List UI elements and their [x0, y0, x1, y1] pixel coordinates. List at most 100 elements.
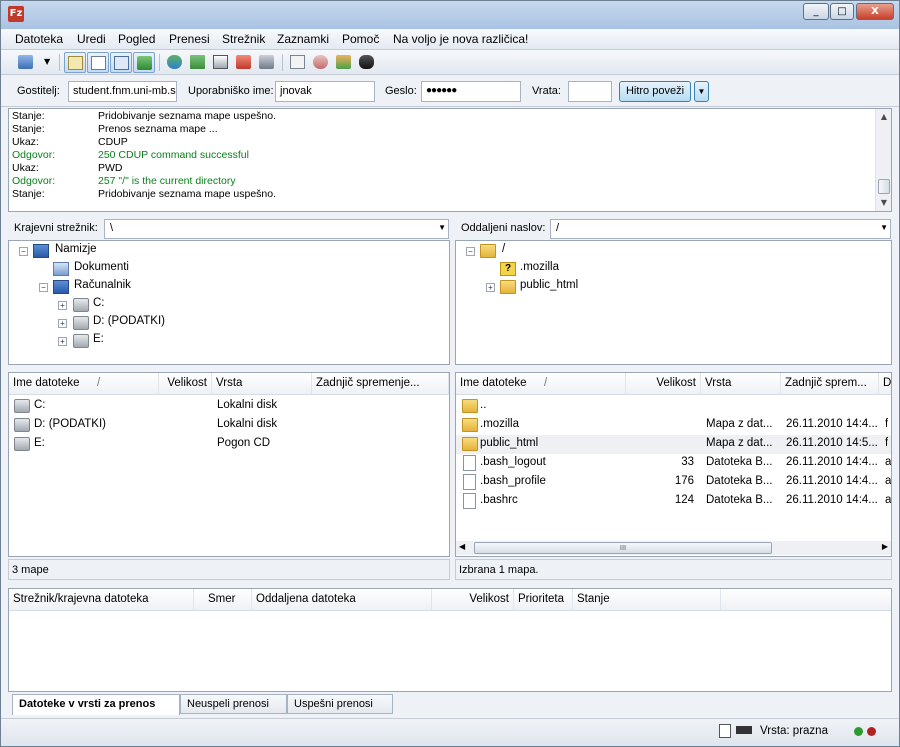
- list-item[interactable]: .bashrc 124 Datoteka B... 26.11.2010 14:…: [456, 492, 891, 511]
- column-size[interactable]: Velikost: [159, 373, 212, 395]
- message-log[interactable]: Stanje: Pridobivanje seznama mape uspešno…: [8, 108, 892, 212]
- list-item[interactable]: D: (PODATKI) Lokalni disk: [9, 416, 449, 435]
- tab-failed-transfers[interactable]: Neuspeli prenosi: [180, 694, 287, 714]
- menu-pomoc[interactable]: Pomoč: [342, 32, 379, 46]
- scroll-left-icon[interactable]: ◀: [459, 542, 465, 551]
- process-queue-icon[interactable]: [187, 52, 209, 73]
- maximize-button[interactable]: □: [830, 3, 854, 20]
- site-manager-dropdown-icon[interactable]: ▼: [41, 52, 55, 73]
- site-manager-icon[interactable]: [15, 52, 41, 73]
- column-direction[interactable]: Smer: [194, 589, 252, 611]
- close-button[interactable]: X: [856, 3, 894, 20]
- search-icon[interactable]: [356, 52, 378, 73]
- quickconnect-button[interactable]: Hitro poveži: [619, 81, 691, 102]
- remote-file-list[interactable]: Ime datoteke / Velikost Vrsta Zadnjič sp…: [455, 372, 892, 557]
- tab-successful-transfers[interactable]: Uspešni prenosi: [287, 694, 393, 714]
- collapse-icon[interactable]: −: [39, 283, 48, 292]
- disconnect-icon[interactable]: [233, 52, 255, 73]
- list-item[interactable]: C: Lokalni disk: [9, 397, 449, 416]
- menu-new-version[interactable]: Na voljo je nova različica!: [393, 32, 528, 46]
- transfer-queue[interactable]: Strežnik/krajevna datoteka Smer Oddaljen…: [8, 588, 892, 692]
- toggle-log-icon[interactable]: [64, 52, 86, 73]
- collapse-icon[interactable]: −: [466, 247, 475, 256]
- list-item[interactable]: E: Pogon CD: [9, 435, 449, 454]
- cancel-icon[interactable]: [210, 52, 232, 73]
- refresh-icon[interactable]: [164, 52, 186, 73]
- host-input[interactable]: student.fnm.uni-mb.s: [68, 81, 177, 102]
- directory-listing-filter-icon[interactable]: [287, 52, 309, 73]
- reconnect-icon[interactable]: [256, 52, 278, 73]
- remote-horizontal-scrollbar[interactable]: ◀ III ▶: [456, 541, 891, 555]
- column-server-local-file[interactable]: Strežnik/krajevna datoteka: [9, 589, 194, 611]
- menu-pogled[interactable]: Pogled: [118, 32, 155, 46]
- port-input[interactable]: [568, 81, 612, 102]
- chevron-down-icon[interactable]: ▼: [438, 223, 446, 232]
- column-modified[interactable]: Zadnjič sprem...: [781, 373, 879, 395]
- compare-icon[interactable]: [333, 52, 355, 73]
- column-filename[interactable]: Ime datoteke /: [456, 373, 626, 395]
- tree-item-public-html[interactable]: + public_html: [462, 278, 882, 296]
- column-type[interactable]: Vrsta: [701, 373, 781, 395]
- toggle-local-tree-icon[interactable]: [87, 52, 109, 73]
- tree-item-drive-d[interactable]: + D: (PODATKI): [15, 314, 435, 332]
- folder-icon: [500, 280, 516, 294]
- column-size[interactable]: Velikost: [626, 373, 701, 395]
- local-status-line: 3 mape: [8, 559, 450, 580]
- menu-streznik[interactable]: Strežnik: [222, 32, 265, 46]
- horizontal-scroll-thumb[interactable]: III: [474, 542, 772, 554]
- list-item[interactable]: .bash_profile 176 Datoteka B... 26.11.20…: [456, 473, 891, 492]
- column-remote-file[interactable]: Oddaljena datoteka: [252, 589, 432, 611]
- scroll-down-icon[interactable]: ▼: [876, 196, 891, 210]
- column-priority[interactable]: Prioriteta: [514, 589, 573, 611]
- username-input[interactable]: jnovak: [275, 81, 375, 102]
- local-directory-tree[interactable]: − Namizje Dokumenti − Računalnik + C: + …: [8, 240, 450, 365]
- column-status[interactable]: Stanje: [573, 589, 721, 611]
- local-path-combo[interactable]: \ ▼: [104, 219, 449, 239]
- cd-drive-icon: [14, 437, 30, 451]
- host-label: Gostitelj:: [17, 85, 60, 97]
- expand-icon[interactable]: +: [58, 337, 67, 346]
- scroll-right-icon[interactable]: ▶: [882, 542, 888, 551]
- queue-status: Vrsta: prazna: [760, 725, 828, 737]
- toggle-remote-tree-icon[interactable]: [110, 52, 132, 73]
- column-modified[interactable]: Zadnjič spremenje...: [312, 373, 449, 395]
- tree-item-namizje[interactable]: − Namizje: [15, 242, 435, 260]
- tree-item-mozilla[interactable]: ? .mozilla: [462, 260, 882, 278]
- tab-queued-files[interactable]: Datoteke v vrsti za prenos: [12, 694, 180, 715]
- toggle-queue-icon[interactable]: [133, 52, 155, 73]
- list-item[interactable]: .bash_logout 33 Datoteka B... 26.11.2010…: [456, 454, 891, 473]
- expand-icon[interactable]: +: [486, 283, 495, 292]
- log-scroll-thumb[interactable]: [878, 179, 890, 194]
- password-input[interactable]: ●●●●●●: [421, 81, 521, 102]
- column-permissions[interactable]: D: [879, 373, 891, 395]
- menu-zaznamki[interactable]: Zaznamki: [277, 32, 329, 46]
- expand-icon[interactable]: +: [58, 301, 67, 310]
- file-permissions: a: [885, 475, 892, 487]
- column-filename[interactable]: Ime datoteke /: [9, 373, 159, 395]
- collapse-icon[interactable]: −: [19, 247, 28, 256]
- scroll-up-icon[interactable]: ▲: [876, 110, 891, 124]
- list-item-selected[interactable]: public_html Mapa z dat... 26.11.2010 14:…: [456, 435, 891, 454]
- tree-item-root[interactable]: − /: [462, 242, 882, 260]
- tree-item-racunalnik[interactable]: − Računalnik: [15, 278, 435, 296]
- column-size[interactable]: Velikost: [432, 589, 514, 611]
- menu-uredi[interactable]: Uredi: [77, 32, 106, 46]
- tree-item-dokumenti[interactable]: Dokumenti: [15, 260, 435, 278]
- toggle-sync-browsing-icon[interactable]: [310, 52, 332, 73]
- list-item[interactable]: .mozilla Mapa z dat... 26.11.2010 14:4..…: [456, 416, 891, 435]
- chevron-down-icon[interactable]: ▼: [880, 223, 888, 232]
- remote-directory-tree[interactable]: − / ? .mozilla + public_html: [455, 240, 892, 365]
- column-type[interactable]: Vrsta: [212, 373, 312, 395]
- menu-prenesi[interactable]: Prenesi: [169, 32, 210, 46]
- tree-item-drive-c[interactable]: + C:: [15, 296, 435, 314]
- quickconnect-dropdown-icon[interactable]: ▼: [694, 81, 709, 102]
- menu-datoteka[interactable]: Datoteka: [15, 32, 63, 46]
- expand-icon[interactable]: +: [58, 319, 67, 328]
- tree-item-drive-e[interactable]: + E:: [15, 332, 435, 350]
- remote-path-combo[interactable]: / ▼: [550, 219, 891, 239]
- list-item[interactable]: ..: [456, 397, 891, 416]
- tree-item-label: Računalnik: [74, 279, 131, 291]
- log-scrollbar[interactable]: ▲ ▼: [875, 109, 891, 211]
- local-file-list[interactable]: Ime datoteke / Velikost Vrsta Zadnjič sp…: [8, 372, 450, 557]
- minimize-button[interactable]: _: [803, 3, 829, 20]
